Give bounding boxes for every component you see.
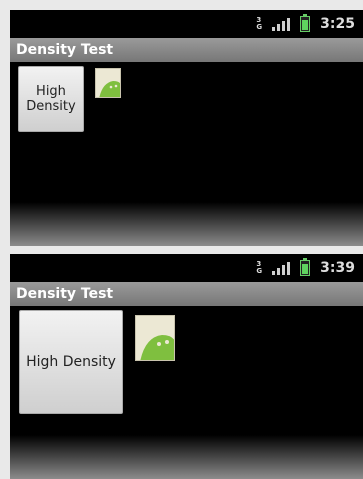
screen-shadow — [10, 202, 363, 246]
screenshot-top: 3G 3:25 Density Test High Density — [10, 10, 363, 246]
screen-shadow — [10, 435, 363, 479]
android-robot-icon — [135, 315, 175, 361]
status-time: 3:39 — [320, 260, 355, 276]
android-robot-icon — [95, 68, 121, 98]
signal-strength-icon — [272, 17, 291, 31]
button-label: High Density — [26, 84, 76, 114]
high-density-button[interactable]: High Density — [19, 310, 123, 414]
app-title-bar: Density Test — [10, 38, 363, 62]
screenshot-bottom: 3G 3:39 Density Test High Density — [10, 254, 363, 479]
network-3g-icon: 3G — [256, 16, 263, 31]
app-title: Density Test — [16, 42, 114, 58]
button-label: High Density — [26, 354, 116, 370]
network-3g-icon: 3G — [256, 260, 263, 275]
status-bar: 3G 3:25 — [10, 10, 363, 38]
status-bar: 3G 3:39 — [10, 254, 363, 282]
status-time: 3:25 — [320, 16, 355, 32]
signal-strength-icon — [272, 261, 291, 275]
battery-icon — [300, 258, 311, 276]
app-title-bar: Density Test — [10, 282, 363, 306]
high-density-button[interactable]: High Density — [18, 66, 84, 132]
app-title: Density Test — [16, 286, 114, 302]
battery-icon — [300, 14, 311, 32]
